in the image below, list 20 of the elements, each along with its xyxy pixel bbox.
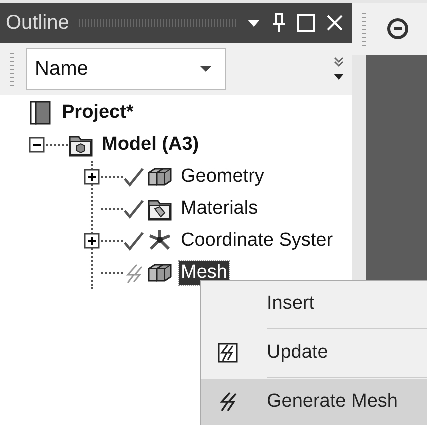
expand-icon[interactable]	[84, 233, 100, 249]
tree-item[interactable]: Coordinate Syster	[179, 229, 336, 253]
menu-item[interactable]: Update	[201, 330, 427, 376]
tree-item[interactable]: Geometry	[179, 165, 266, 189]
close-icon[interactable]	[326, 14, 344, 32]
pin-icon[interactable]	[272, 13, 286, 33]
collapse-icon[interactable]	[29, 137, 45, 153]
tree-item[interactable]: Materials	[179, 197, 260, 221]
overflow-icon[interactable]	[332, 56, 346, 82]
tree-item[interactable]: Model (A3)	[100, 133, 202, 157]
expand-icon[interactable]	[84, 169, 100, 185]
panel-title: Outline	[6, 12, 70, 34]
caret-icon	[199, 64, 213, 74]
tree-item[interactable]: Project*	[60, 101, 136, 125]
book-icon	[28, 100, 54, 126]
maximize-icon[interactable]	[296, 13, 316, 33]
name-dropdown[interactable]: Name	[26, 48, 226, 90]
lightning-icon	[217, 391, 239, 413]
update-icon	[217, 342, 239, 364]
menu-item[interactable]: Generate Mesh	[201, 379, 427, 425]
